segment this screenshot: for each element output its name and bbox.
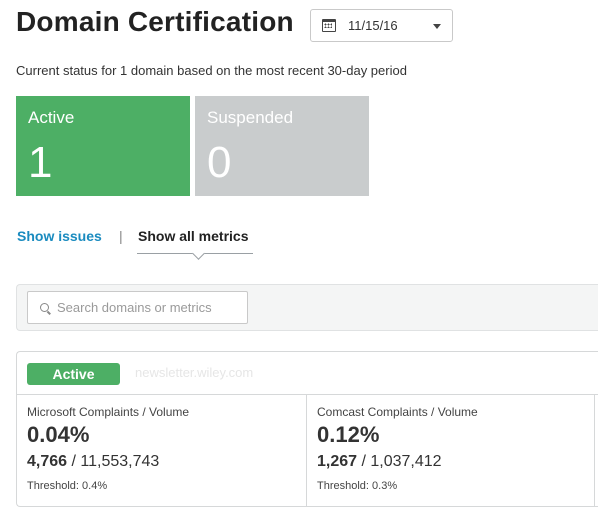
calendar-icon — [322, 19, 336, 32]
active-tab-pointer — [192, 247, 205, 260]
metric-microsoft: Microsoft Complaints / Volume 0.04% 4,76… — [17, 395, 307, 507]
chevron-down-icon — [433, 24, 441, 29]
tab-show-all-metrics[interactable]: Show all metrics — [138, 228, 248, 244]
view-tabs: Show issues | Show all metrics — [16, 228, 276, 260]
domain-name[interactable]: newsletter.wiley.com — [135, 365, 253, 380]
metric-label: Microsoft Complaints / Volume — [27, 405, 190, 419]
metric-total-volume: / 11,553,743 — [67, 453, 160, 470]
metric-label: Comcast Complaints / Volume — [317, 405, 478, 419]
search-placeholder: Search domains or metrics — [57, 300, 212, 315]
search-bar: Search domains or metrics — [16, 284, 598, 331]
metric-percent: 0.12% — [317, 422, 380, 447]
metric-threshold: Threshold: 0.3% — [317, 480, 398, 492]
domain-card-header: Active newsletter.wiley.com — [17, 352, 598, 395]
date-picker[interactable]: 11/15/16 — [310, 9, 453, 42]
domain-card: Active newsletter.wiley.com Microsoft Co… — [16, 351, 598, 507]
metric-threshold: Threshold: 0.4% — [27, 480, 108, 492]
tile-active[interactable]: Active 1 — [16, 96, 190, 196]
metric-percent: 0.04% — [27, 422, 90, 447]
search-input[interactable]: Search domains or metrics — [27, 291, 248, 324]
status-summary: Current status for 1 domain based on the… — [16, 63, 407, 78]
page-title: Domain Certification — [16, 6, 294, 37]
status-badge: Active — [27, 363, 120, 385]
metric-volume: 4,766 / 11,553,743 — [27, 453, 159, 471]
tile-count: 0 — [207, 138, 232, 187]
search-icon — [40, 303, 49, 312]
metric-complaints: 1,267 — [317, 453, 358, 470]
metric-total-volume: / 1,037,412 — [357, 453, 442, 470]
date-value: 11/15/16 — [348, 18, 398, 33]
tile-label: Active — [28, 108, 75, 127]
metric-complaints: 4,766 — [27, 453, 68, 470]
metric-comcast: Comcast Complaints / Volume 0.12% 1,267 … — [307, 395, 595, 507]
tab-show-issues[interactable]: Show issues — [17, 228, 102, 244]
tab-separator: | — [119, 228, 123, 244]
tile-count: 1 — [28, 138, 53, 187]
metric-volume: 1,267 / 1,037,412 — [317, 453, 442, 471]
tile-suspended[interactable]: Suspended 0 — [195, 96, 369, 196]
tile-label: Suspended — [207, 108, 294, 127]
